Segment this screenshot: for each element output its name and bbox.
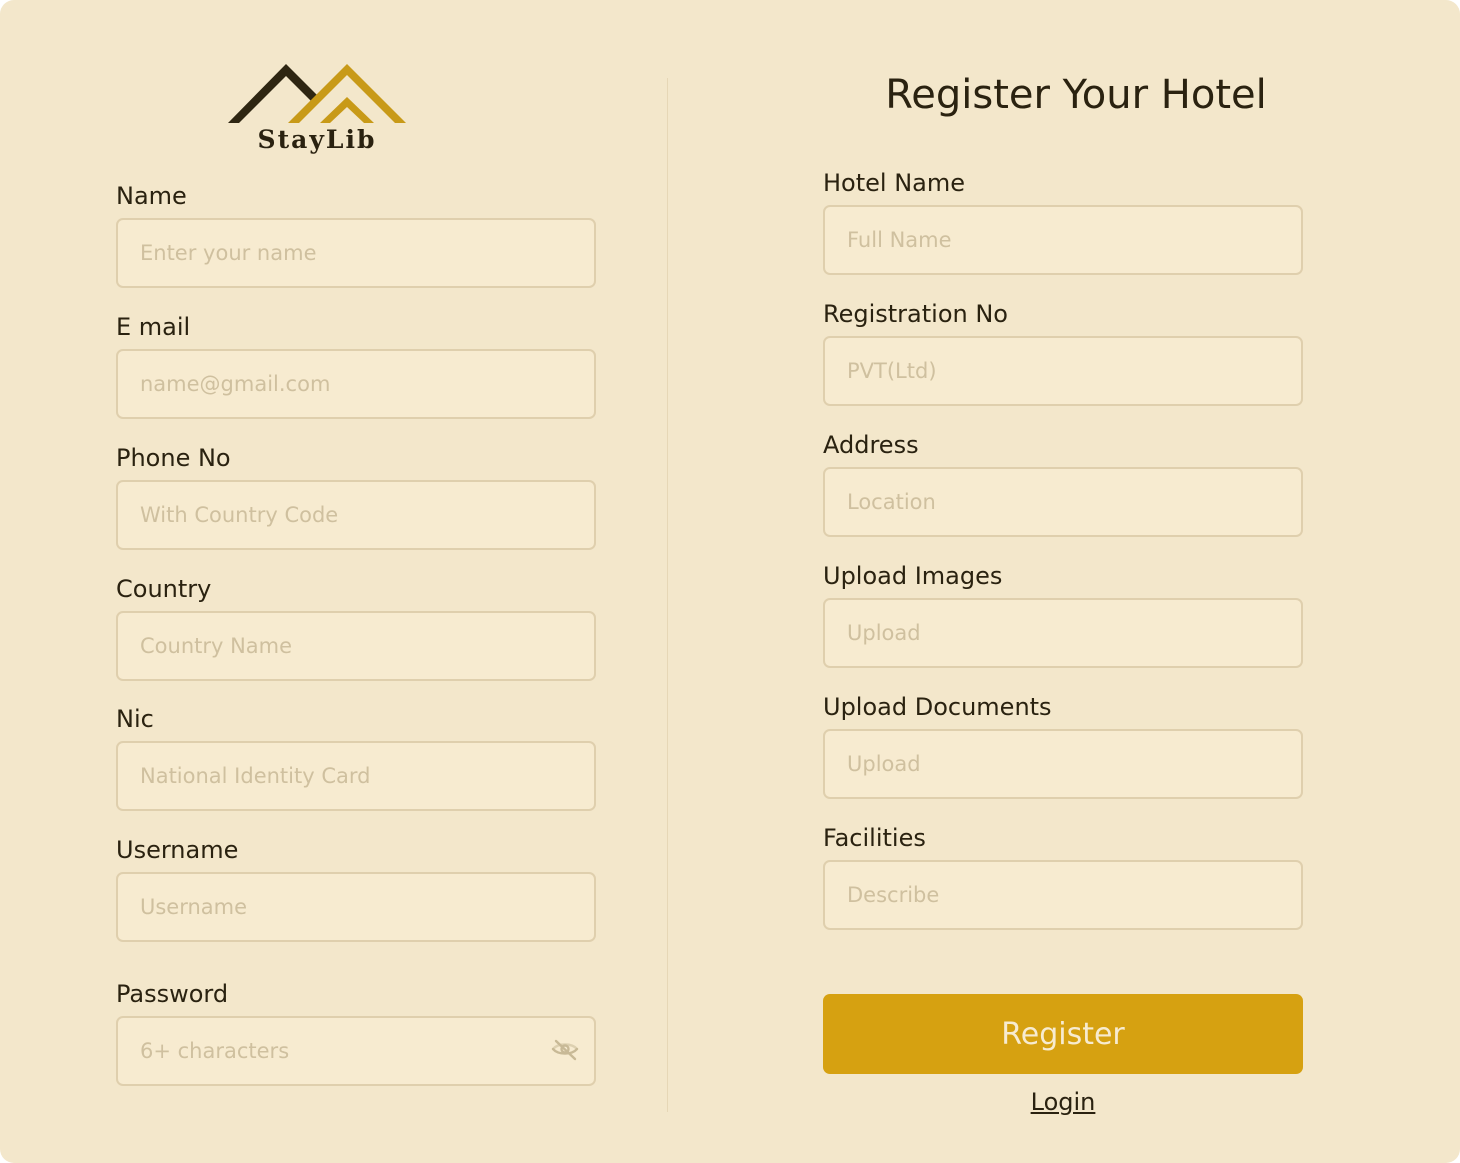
staylib-logo: StayLib xyxy=(226,60,408,162)
registration-card: StayLib Name E mail Phone No Country Nic… xyxy=(0,0,1460,1163)
facilities-label: Facilities xyxy=(823,824,926,852)
upload-images-label: Upload Images xyxy=(823,562,1003,590)
name-label: Name xyxy=(116,182,187,210)
country-label: Country xyxy=(116,575,212,603)
registration-no-input[interactable] xyxy=(823,336,1303,406)
upload-documents-label: Upload Documents xyxy=(823,693,1052,721)
hotel-name-input[interactable] xyxy=(823,205,1303,275)
facilities-input[interactable] xyxy=(823,860,1303,930)
upload-documents-input[interactable] xyxy=(823,729,1303,799)
username-label: Username xyxy=(116,836,239,864)
registration-no-label: Registration No xyxy=(823,300,1008,328)
phone-label: Phone No xyxy=(116,444,231,472)
email-input[interactable] xyxy=(116,349,596,419)
hotel-name-label: Hotel Name xyxy=(823,169,966,197)
eye-off-icon[interactable] xyxy=(549,1035,581,1067)
nic-label: Nic xyxy=(116,705,154,733)
country-input[interactable] xyxy=(116,611,596,681)
password-input[interactable] xyxy=(116,1016,596,1086)
address-label: Address xyxy=(823,431,919,459)
address-input[interactable] xyxy=(823,467,1303,537)
password-label: Password xyxy=(116,980,229,1008)
name-input[interactable] xyxy=(116,218,596,288)
username-input[interactable] xyxy=(116,872,596,942)
brand-name: StayLib xyxy=(257,125,377,154)
column-divider xyxy=(667,78,668,1112)
phone-input[interactable] xyxy=(116,480,596,550)
mountain-roofs-logo-icon xyxy=(228,64,406,123)
email-label: E mail xyxy=(116,313,191,341)
login-link[interactable]: Login xyxy=(823,1088,1303,1116)
nic-input[interactable] xyxy=(116,741,596,811)
register-button[interactable]: Register xyxy=(823,994,1303,1074)
upload-images-input[interactable] xyxy=(823,598,1303,668)
page-title: Register Your Hotel xyxy=(885,72,1267,118)
